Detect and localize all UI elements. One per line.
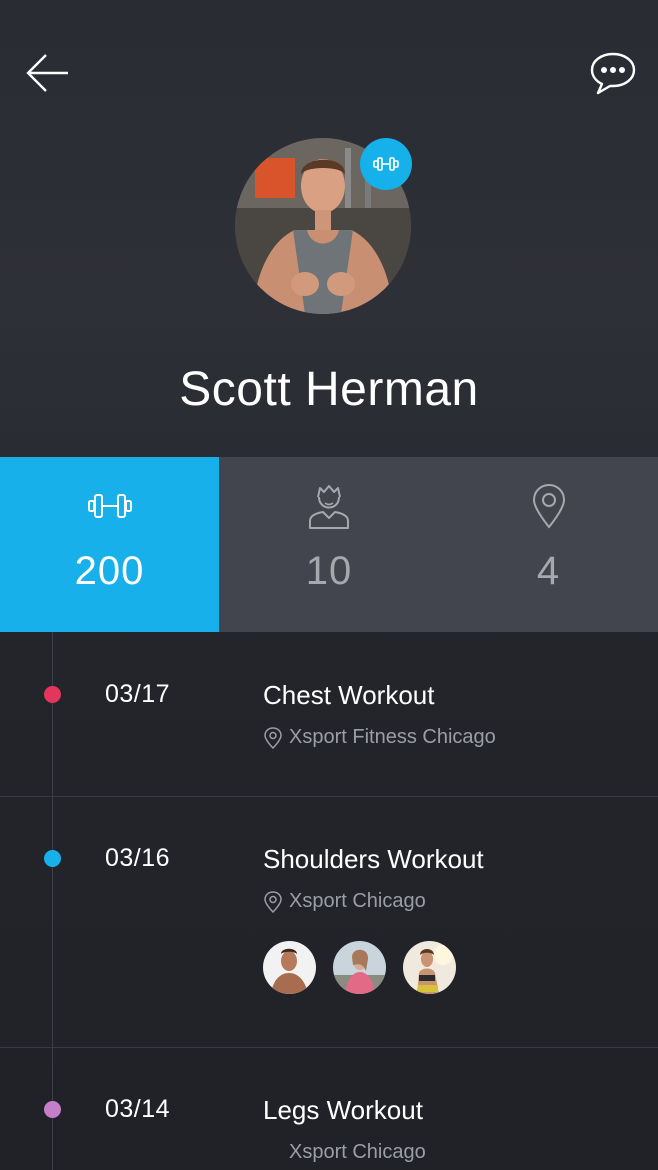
location-pin-icon <box>264 726 282 749</box>
arrow-left-icon <box>26 54 68 92</box>
entry-date: 03/14 <box>105 1095 171 1123</box>
entry-date: 03/16 <box>105 844 171 872</box>
profile-screen: Scott Herman 200 10 4 03/17 Chest Workou… <box>0 0 658 1170</box>
chat-bubble-icon <box>590 52 636 95</box>
stat-locations[interactable]: 4 <box>439 457 658 632</box>
timeline-entry[interactable]: 03/16 Shoulders Workout Xsport Chicago <box>0 797 658 1047</box>
back-button[interactable] <box>24 50 72 96</box>
stat-workouts[interactable]: 200 <box>0 457 219 632</box>
participant-avatar[interactable] <box>333 941 386 994</box>
profile-avatar-group <box>235 138 412 314</box>
timeline-entry[interactable]: 03/17 Chest Workout Xsport Fitness Chica… <box>0 632 658 796</box>
stat-value: 4 <box>536 549 561 593</box>
participants-list <box>263 941 473 995</box>
stats-bar: 200 10 4 <box>0 457 658 632</box>
location-label: Xsport Fitness Chicago <box>289 726 496 748</box>
entry-location: Xsport Chicago <box>263 890 426 913</box>
chat-button[interactable] <box>588 50 638 96</box>
dumbbell-icon <box>0 483 219 529</box>
timeline-dot <box>44 850 61 867</box>
timeline-dot <box>44 686 61 703</box>
entry-title[interactable]: Legs Workout <box>263 1095 423 1126</box>
timeline-entry[interactable]: 03/14 Legs Workout Xsport Chicago <box>0 1048 658 1170</box>
dumbbell-icon <box>373 157 399 171</box>
person-icon <box>219 483 439 529</box>
avatar-badge <box>360 138 412 190</box>
participant-avatar[interactable] <box>263 941 316 994</box>
entry-date: 03/17 <box>105 680 171 708</box>
stat-value: 10 <box>305 549 353 593</box>
stat-friends[interactable]: 10 <box>219 457 439 632</box>
entry-title[interactable]: Chest Workout <box>263 680 434 711</box>
entry-location: Xsport Fitness Chicago <box>263 726 496 749</box>
timeline-dot <box>44 1101 61 1118</box>
entry-title[interactable]: Shoulders Workout <box>263 844 484 875</box>
location-label: Xsport Chicago <box>289 1141 426 1163</box>
location-label: Xsport Chicago <box>289 890 426 912</box>
participant-avatar[interactable] <box>403 941 456 994</box>
location-pin-icon <box>264 890 282 913</box>
stat-value: 200 <box>74 549 145 593</box>
location-pin-icon <box>439 483 658 529</box>
profile-name: Scott Herman <box>179 363 479 416</box>
entry-location: Xsport Chicago <box>263 1141 426 1164</box>
